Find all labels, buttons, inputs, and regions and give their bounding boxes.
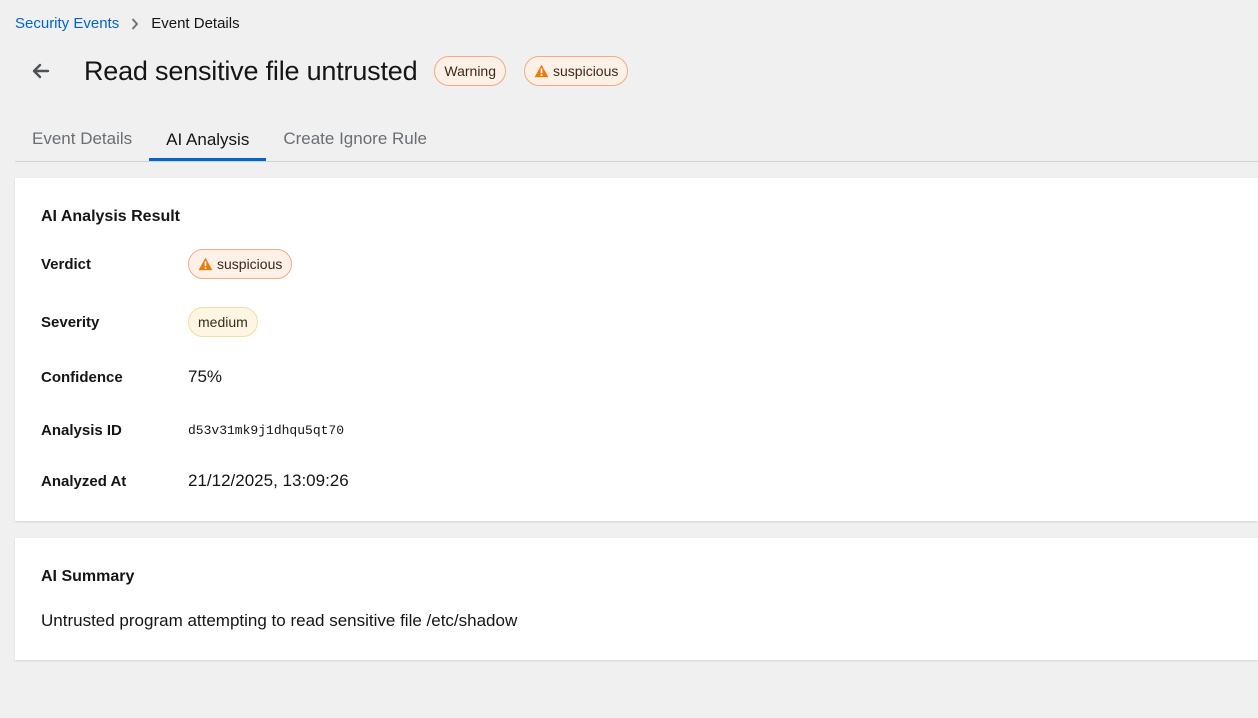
analysis-id-row: Analysis ID d53v31mk9j1dhqu5qt70 [41,414,344,446]
chevron-right-icon [131,18,139,30]
back-button[interactable] [30,60,52,82]
page-header: Read sensitive file untrusted Warning su… [30,54,629,88]
verdict-badge: suspicious [524,56,629,86]
ai-summary-title: AI Summary [41,568,135,585]
analyzed-at-value: 21/12/2025, 13:09:26 [188,471,349,490]
verdict-row: Verdict suspicious [41,248,293,280]
breadcrumb: Security Events Event Details [15,15,240,33]
tab-event-details[interactable]: Event Details [15,118,149,160]
ai-analysis-result-title: AI Analysis Result [41,208,181,225]
page-title: Read sensitive file untrusted [84,55,418,86]
verdict-label: Verdict [41,255,92,273]
confidence-label: Confidence [41,368,123,386]
severity-label: Severity [41,313,100,331]
severity-badge: medium [188,307,258,337]
priority-badge-label: Warning [444,63,497,79]
verdict-value: suspicious [217,256,283,272]
warning-triangle-icon [198,257,213,271]
priority-badge: Warning [434,56,507,86]
ai-summary-card: AI Summary Untrusted program attempting … [15,538,1258,660]
verdict-badge-label: suspicious [553,63,619,79]
analysis-id-label: Analysis ID [41,421,122,439]
ai-summary-text: Untrusted program attempting to read sen… [41,611,518,630]
severity-value: medium [198,314,248,330]
tab-create-ignore-rule[interactable]: Create Ignore Rule [266,118,444,160]
breadcrumb-current: Event Details [151,15,240,32]
warning-triangle-icon [534,64,549,78]
arrow-left-icon [32,63,50,79]
analyzed-at-row: Analyzed At 21/12/2025, 13:09:26 [41,465,349,497]
tab-ai-analysis[interactable]: AI Analysis [149,118,267,161]
severity-row: Severity medium [41,306,258,338]
verdict-value-badge: suspicious [188,249,293,279]
confidence-row: Confidence 75% [41,361,222,393]
tab-bar: Event Details AI Analysis Create Ignore … [15,118,1258,162]
breadcrumb-link-security-events[interactable]: Security Events [15,15,119,33]
analysis-id-value: d53v31mk9j1dhqu5qt70 [188,422,345,438]
analyzed-at-label: Analyzed At [41,472,127,490]
ai-analysis-result-card: AI Analysis Result Verdict suspicious Se… [15,178,1258,521]
confidence-value: 75% [188,367,223,386]
